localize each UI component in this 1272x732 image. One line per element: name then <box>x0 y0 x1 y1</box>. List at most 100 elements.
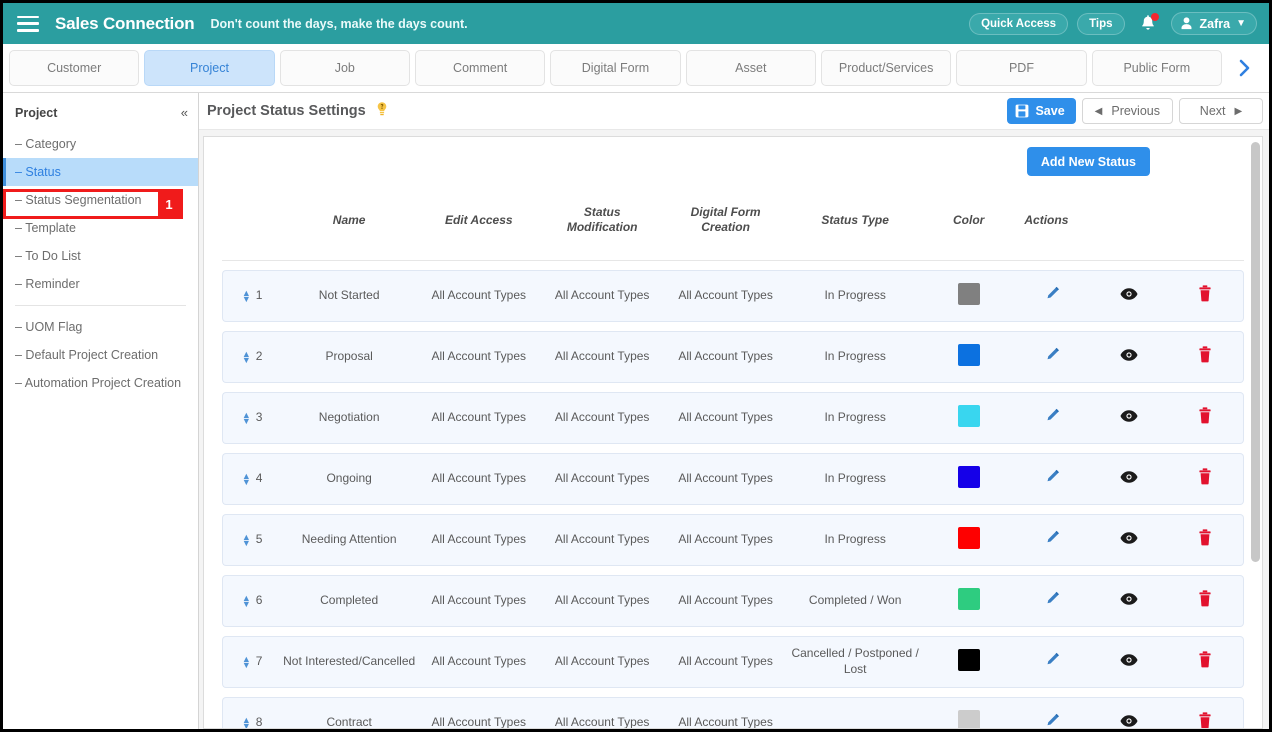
sort-handle-icon[interactable]: ▲ ▼ <box>242 289 251 304</box>
trash-delete-icon[interactable] <box>1198 712 1212 728</box>
trash-delete-icon[interactable] <box>1198 529 1212 546</box>
next-button[interactable]: Next ▶ <box>1179 98 1263 124</box>
tab-asset[interactable]: Asset <box>685 50 816 86</box>
row-order-cell[interactable]: ▲ ▼ 7 <box>222 636 282 688</box>
row-view-action[interactable] <box>1090 331 1168 383</box>
color-swatch[interactable] <box>957 282 980 305</box>
row-delete-action[interactable] <box>1167 575 1244 627</box>
sidebar-item-template[interactable]: – Template <box>3 214 198 242</box>
color-swatch[interactable] <box>957 526 980 549</box>
trash-delete-icon[interactable] <box>1198 651 1212 668</box>
table-row[interactable]: ▲ ▼ 3 Negotiation All Account Types All Accou… <box>222 392 1244 444</box>
edit-pencil-icon[interactable] <box>1044 651 1061 668</box>
edit-pencil-icon[interactable] <box>1044 285 1061 302</box>
quick-access-button[interactable]: Quick Access <box>969 12 1069 35</box>
edit-pencil-icon[interactable] <box>1044 529 1061 546</box>
table-row[interactable]: ▲ ▼ 7 Not Interested/Cancelled All Account T… <box>222 636 1244 688</box>
row-delete-action[interactable] <box>1167 270 1244 322</box>
row-order-cell[interactable]: ▲ ▼ 4 <box>222 453 282 505</box>
color-swatch[interactable] <box>957 709 980 728</box>
color-swatch[interactable] <box>957 404 980 427</box>
eye-view-icon[interactable] <box>1120 592 1138 606</box>
sidebar-item-to-do-list[interactable]: – To Do List <box>3 242 198 270</box>
tab-customer[interactable]: Customer <box>9 50 140 86</box>
eye-view-icon[interactable] <box>1120 470 1138 484</box>
previous-button[interactable]: ◀ Previous <box>1081 98 1173 124</box>
help-lightbulb-icon[interactable] <box>375 101 389 122</box>
row-order-cell[interactable]: ▲ ▼ 1 <box>222 270 282 322</box>
sort-handle-icon[interactable]: ▲ ▼ <box>242 533 251 548</box>
color-swatch[interactable] <box>957 587 980 610</box>
tab-pdf[interactable]: PDF <box>956 50 1087 86</box>
row-view-action[interactable] <box>1090 636 1168 688</box>
eye-view-icon[interactable] <box>1120 714 1138 728</box>
row-order-cell[interactable]: ▲ ▼ 8 <box>222 697 282 729</box>
row-edit-action[interactable] <box>1014 514 1091 566</box>
sidebar-item-status-segmentation[interactable]: – Status Segmentation <box>3 186 198 214</box>
row-delete-action[interactable] <box>1167 392 1244 444</box>
table-row[interactable]: ▲ ▼ 1 Not Started All Account Types All Accou… <box>222 270 1244 322</box>
row-edit-action[interactable] <box>1014 331 1091 383</box>
row-delete-action[interactable] <box>1167 636 1244 688</box>
row-delete-action[interactable] <box>1167 514 1244 566</box>
trash-delete-icon[interactable] <box>1198 285 1212 302</box>
table-row[interactable]: ▲ ▼ 8 Contract All Account Types All Account … <box>222 697 1244 728</box>
tab-digital-form[interactable]: Digital Form <box>550 50 681 86</box>
sidebar-item-automation-project-creation[interactable]: – Automation Project Creation <box>3 369 198 397</box>
table-row[interactable]: ▲ ▼ 2 Proposal All Account Types All Account … <box>222 331 1244 383</box>
row-edit-action[interactable] <box>1014 636 1091 688</box>
row-delete-action[interactable] <box>1167 697 1244 728</box>
eye-view-icon[interactable] <box>1120 653 1138 667</box>
row-order-cell[interactable]: ▲ ▼ 6 <box>222 575 282 627</box>
color-swatch[interactable] <box>957 465 980 488</box>
sidebar-item-status[interactable]: – Status <box>3 158 198 186</box>
edit-pencil-icon[interactable] <box>1044 590 1061 607</box>
row-edit-action[interactable] <box>1014 270 1091 322</box>
row-edit-action[interactable] <box>1014 453 1091 505</box>
panel-vertical-scrollbar[interactable] <box>1251 140 1260 725</box>
table-row[interactable]: ▲ ▼ 4 Ongoing All Account Types All Account T… <box>222 453 1244 505</box>
row-view-action[interactable] <box>1090 392 1168 444</box>
edit-pencil-icon[interactable] <box>1044 407 1061 424</box>
row-order-cell[interactable]: ▲ ▼ 2 <box>222 331 282 383</box>
tab-job[interactable]: Job <box>279 50 410 86</box>
sort-handle-icon[interactable]: ▲ ▼ <box>242 655 251 670</box>
row-view-action[interactable] <box>1090 697 1168 728</box>
trash-delete-icon[interactable] <box>1198 407 1212 424</box>
row-view-action[interactable] <box>1090 453 1168 505</box>
sidebar-collapse-icon[interactable]: « <box>181 105 188 120</box>
table-row[interactable]: ▲ ▼ 6 Completed All Account Types All Account… <box>222 575 1244 627</box>
row-delete-action[interactable] <box>1167 453 1244 505</box>
row-order-cell[interactable]: ▲ ▼ 5 <box>222 514 282 566</box>
color-swatch[interactable] <box>957 343 980 366</box>
scrollbar-thumb[interactable] <box>1251 142 1260 562</box>
sort-handle-icon[interactable]: ▲ ▼ <box>242 472 251 487</box>
save-button[interactable]: Save <box>1007 98 1076 124</box>
color-swatch[interactable] <box>957 648 980 671</box>
sidebar-item-reminder[interactable]: – Reminder <box>3 270 198 298</box>
sort-handle-icon[interactable]: ▲ ▼ <box>242 411 251 426</box>
eye-view-icon[interactable] <box>1120 287 1138 301</box>
trash-delete-icon[interactable] <box>1198 468 1212 485</box>
trash-delete-icon[interactable] <box>1198 590 1212 607</box>
add-new-status-button[interactable]: Add New Status <box>1026 147 1150 176</box>
table-row[interactable]: ▲ ▼ 5 Needing Attention All Account Types All… <box>222 514 1244 566</box>
row-edit-action[interactable] <box>1014 392 1091 444</box>
sort-handle-icon[interactable]: ▲ ▼ <box>242 594 251 609</box>
eye-view-icon[interactable] <box>1120 348 1138 362</box>
tab-comment[interactable]: Comment <box>414 50 546 86</box>
sidebar-item-default-project-creation[interactable]: – Default Project Creation <box>3 341 198 369</box>
row-order-cell[interactable]: ▲ ▼ 3 <box>222 392 282 444</box>
tips-button[interactable]: Tips <box>1077 12 1125 35</box>
eye-view-icon[interactable] <box>1120 531 1138 545</box>
row-view-action[interactable] <box>1090 575 1168 627</box>
trash-delete-icon[interactable] <box>1198 346 1212 363</box>
edit-pencil-icon[interactable] <box>1044 346 1061 363</box>
tab-public-form[interactable]: Public Form <box>1091 50 1222 86</box>
sidebar-item-category[interactable]: – Category <box>3 130 198 158</box>
row-edit-action[interactable] <box>1014 697 1091 728</box>
sort-handle-icon[interactable]: ▲ ▼ <box>242 716 251 729</box>
tabs-next-chevron-icon[interactable] <box>1226 50 1263 86</box>
tab-product-services[interactable]: Product/Services <box>820 50 952 86</box>
user-menu-button[interactable]: Zafra ▼ <box>1170 12 1257 35</box>
